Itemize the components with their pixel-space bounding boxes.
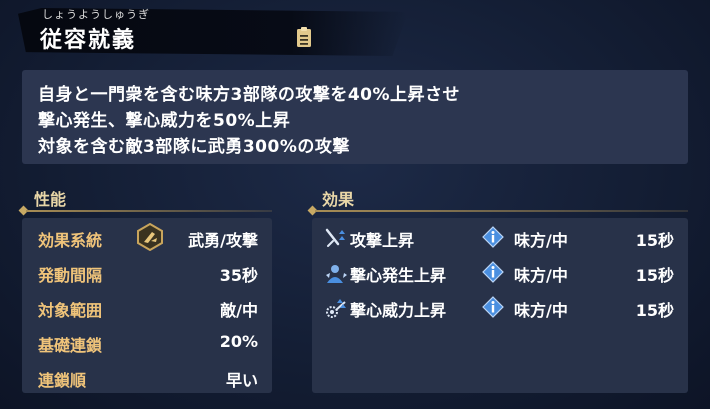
stat-row-range: 対象範囲 敵/中 bbox=[22, 290, 272, 325]
info-icon[interactable] bbox=[482, 261, 504, 283]
effects-header-rule bbox=[315, 210, 688, 212]
effect-row: 撃心発生上昇 味方/中 15秒 bbox=[312, 255, 688, 290]
crit-rate-up-icon bbox=[326, 265, 347, 283]
effects-header: 効果 bbox=[322, 190, 355, 209]
description-line: 対象を含む敵3部隊に武勇300%の攻撃 bbox=[38, 137, 350, 157]
skill-name-ruby: しょうようしゅうぎ bbox=[42, 8, 150, 21]
stat-row-chain-order: 連鎖順 早い bbox=[22, 360, 272, 395]
effect-duration: 15秒 bbox=[635, 266, 674, 285]
description-line: 自身と一門衆を含む味方3部隊の攻撃を40%上昇させ bbox=[38, 85, 461, 105]
effect-target: 味方/中 bbox=[514, 266, 568, 285]
effects-panel: 攻撃上昇 味方/中 15秒 撃心発生上昇 味方/中 15秒 撃心威力上昇 味方/… bbox=[312, 218, 688, 393]
skill-description: 自身と一門衆を含む味方3部隊の攻撃を40%上昇させ 撃心発生、撃心威力を50%上… bbox=[22, 70, 688, 164]
stats-header: 性能 bbox=[34, 190, 67, 209]
stat-value: 武勇/攻撃 bbox=[188, 231, 258, 250]
clipboard-icon[interactable] bbox=[296, 26, 312, 48]
stat-value: 早い bbox=[225, 371, 258, 390]
effect-row: 攻撃上昇 味方/中 15秒 bbox=[312, 220, 688, 255]
stat-label: 発動間隔 bbox=[38, 266, 103, 285]
effect-target: 味方/中 bbox=[514, 231, 568, 250]
stat-value: 敵/中 bbox=[220, 301, 258, 320]
description-line: 撃心発生、撃心威力を50%上昇 bbox=[38, 111, 291, 131]
stat-label: 基礎連鎖 bbox=[38, 336, 103, 355]
effect-row: 撃心威力上昇 味方/中 15秒 bbox=[312, 290, 688, 325]
stat-label: 効果系統 bbox=[38, 231, 103, 250]
stat-row-interval: 発動間隔 35秒 bbox=[22, 255, 272, 290]
info-icon[interactable] bbox=[482, 226, 504, 248]
stat-row-effect-type: 効果系統 武勇/攻撃 bbox=[22, 220, 272, 255]
effect-name: 撃心発生上昇 bbox=[350, 266, 447, 285]
effect-duration: 15秒 bbox=[635, 231, 674, 250]
stat-label: 連鎖順 bbox=[38, 371, 87, 390]
stat-value: 20% bbox=[219, 332, 258, 351]
skill-detail-window: しょうようしゅうぎ 従容就義 自身と一門衆を含む味方3部隊の攻撃を40%上昇させ… bbox=[0, 0, 710, 409]
stat-label: 対象範囲 bbox=[38, 301, 103, 320]
effect-name: 攻撃上昇 bbox=[350, 231, 415, 250]
valor-attack-icon bbox=[137, 223, 163, 251]
attack-up-icon bbox=[325, 228, 345, 247]
effect-duration: 15秒 bbox=[635, 301, 674, 320]
stat-row-base-chain: 基礎連鎖 20% bbox=[22, 325, 272, 360]
effect-target: 味方/中 bbox=[514, 301, 568, 320]
crit-damage-up-icon bbox=[326, 299, 346, 318]
effect-name: 撃心威力上昇 bbox=[350, 301, 447, 320]
skill-name: 従容就義 bbox=[40, 28, 137, 53]
stats-header-rule bbox=[26, 210, 272, 212]
info-icon[interactable] bbox=[482, 296, 504, 318]
stats-panel: 効果系統 武勇/攻撃 発動間隔 35秒 対象範囲 敵/中 基礎連鎖 20% 連鎖… bbox=[22, 218, 272, 393]
stat-value: 35秒 bbox=[219, 266, 258, 285]
